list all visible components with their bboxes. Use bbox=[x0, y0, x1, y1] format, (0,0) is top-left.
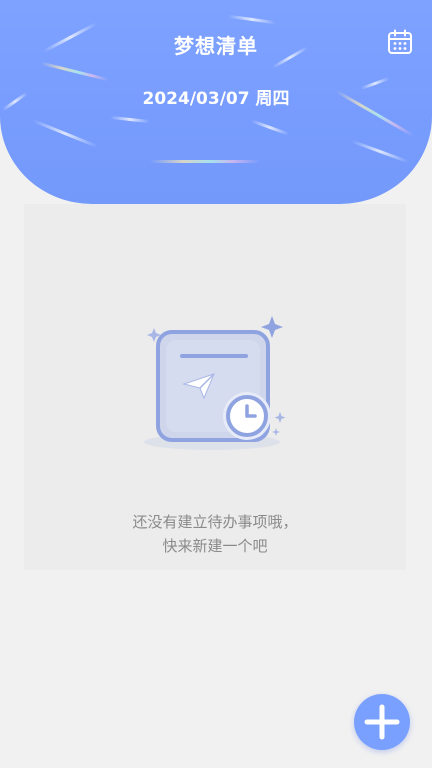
calendar-icon bbox=[388, 29, 412, 54]
page-title: 梦想清单 bbox=[174, 34, 258, 58]
empty-state-line-2: 快来新建一个吧 bbox=[162, 537, 268, 555]
plus-icon bbox=[364, 704, 400, 740]
decorative-streak bbox=[109, 115, 151, 124]
empty-state-illustration bbox=[142, 312, 292, 462]
decorative-streak bbox=[250, 119, 290, 136]
empty-state-message: 还没有建立待办事项哦， 快来新建一个吧 bbox=[24, 510, 406, 558]
todo-clock-illustration-icon bbox=[144, 316, 286, 450]
header: 梦想清单 2024/03/07 周四 bbox=[0, 0, 432, 204]
decorative-streak bbox=[150, 160, 260, 163]
empty-state-card: 还没有建立待办事项哦， 快来新建一个吧 bbox=[24, 204, 406, 570]
calendar-button[interactable] bbox=[386, 28, 414, 56]
decorative-streak bbox=[31, 118, 99, 149]
add-todo-button[interactable] bbox=[354, 694, 410, 750]
decorative-streak bbox=[40, 61, 110, 82]
current-date: 2024/03/07 周四 bbox=[142, 89, 290, 109]
empty-state-line-1: 还没有建立待办事项哦， bbox=[132, 513, 298, 531]
screen: 梦想清单 2024/03/07 周四 还没有建立待办事项哦， 快来新建一个吧 bbox=[0, 0, 432, 768]
decorative-streak bbox=[351, 139, 409, 164]
decorative-streak bbox=[228, 14, 276, 25]
